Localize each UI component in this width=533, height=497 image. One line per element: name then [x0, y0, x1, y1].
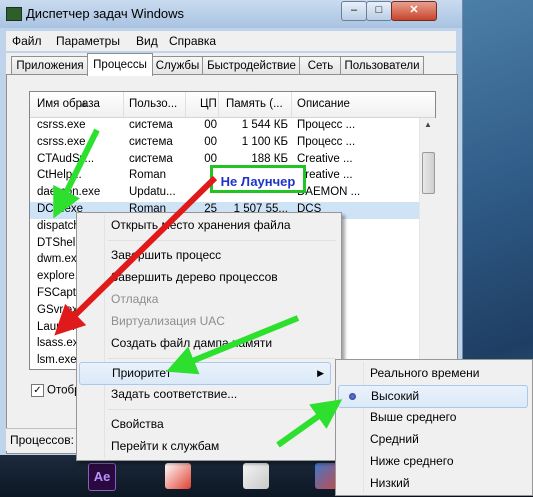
priority-item[interactable]: Приоритет ▶ — [79, 362, 331, 385]
tab-performance[interactable]: Быстродействие — [202, 56, 301, 75]
priority-below-normal-item[interactable]: Ниже среднего — [338, 451, 454, 472]
table-cell: Updatu... — [129, 186, 176, 199]
table-cell: Процесс ... — [297, 135, 356, 148]
table-cell: 00 — [204, 135, 217, 148]
priority-above-normal-item[interactable]: Выше среднего — [338, 407, 456, 428]
annotation-callout: Не Лаунчер — [210, 165, 306, 193]
table-cell: CTAudSv... — [37, 152, 95, 165]
submenu-arrow-icon: ▶ — [317, 368, 324, 378]
checkmark-icon[interactable]: ✓ — [31, 384, 44, 397]
table-cell: 188 КБ — [251, 152, 288, 165]
minimize-button[interactable]: – — [341, 1, 367, 21]
table-cell: система — [129, 119, 173, 131]
priority-high-item[interactable]: Высокий — [338, 385, 528, 408]
table-cell: csrss.exe — [37, 119, 86, 131]
tab-processes[interactable]: Процессы — [87, 53, 153, 76]
table-cell: Процесс ... — [297, 119, 356, 131]
table-cell: Creative ... — [297, 169, 353, 182]
tab-applications[interactable]: Приложения — [11, 56, 89, 75]
priority-low-item[interactable]: Низкий — [338, 473, 410, 494]
process-count-label: Процессов: — [10, 433, 74, 447]
end-process-tree-item[interactable]: Завершить дерево процессов — [79, 267, 278, 288]
process-context-menu: Открыть место хранения файла Завершить п… — [76, 212, 342, 461]
column-description[interactable]: Описание — [297, 98, 350, 110]
table-cell: Roman — [129, 169, 167, 182]
table-cell: 1 544 КБ — [241, 119, 288, 131]
menu-file[interactable]: Файл — [12, 34, 42, 48]
table-row[interactable]: csrss.exe система 00 1 100 КБ Процесс ... — [30, 135, 420, 152]
tab-users[interactable]: Пользователи — [340, 56, 424, 75]
after-effects-icon[interactable]: Ae — [88, 463, 116, 491]
open-file-location-item[interactable]: Открыть место хранения файла — [79, 215, 291, 236]
uac-virtualization-item[interactable]: Виртуализация UAC — [79, 311, 225, 332]
taskbar-app-icon[interactable] — [243, 463, 269, 489]
priority-submenu: Реального времени Высокий Выше среднего … — [335, 359, 533, 496]
menu-options[interactable]: Параметры — [56, 34, 120, 48]
table-cell: Creative ... — [297, 152, 353, 165]
scroll-up-icon[interactable]: ▲ — [424, 120, 432, 129]
table-cell: csrss.exe — [37, 135, 86, 148]
priority-normal-item[interactable]: Средний — [338, 429, 419, 450]
window-title: Диспетчер задач Windows — [26, 6, 185, 21]
scroll-thumb[interactable] — [422, 152, 435, 194]
menu-view[interactable]: Вид — [136, 34, 158, 48]
tab-network[interactable]: Сеть — [299, 56, 342, 75]
priority-high-label: Высокий — [371, 389, 420, 403]
properties-item[interactable]: Свойства — [79, 414, 164, 435]
menu-bar: Файл Параметры Вид Справка — [6, 31, 456, 51]
table-row[interactable]: csrss.exe система 00 1 544 КБ Процесс ... — [30, 118, 420, 135]
column-memory[interactable]: Память (... — [226, 98, 283, 110]
column-cpu[interactable]: ЦП — [200, 98, 217, 110]
priority-realtime-item[interactable]: Реального времени — [338, 363, 479, 384]
tab-strip: Приложения Процессы Службы Быстродействи… — [6, 53, 456, 76]
table-cell: 1 100 КБ — [241, 135, 288, 148]
create-dump-file-item[interactable]: Создать файл дампа памяти — [79, 333, 272, 354]
table-cell: 00 — [204, 152, 217, 165]
show-all-processes-checkbox[interactable]: ✓ Отобр — [31, 384, 80, 397]
title-bar[interactable]: Диспетчер задач Windows – □ ✕ — [0, 0, 462, 28]
table-cell: daemon.exe — [37, 186, 101, 199]
list-header: ▲ Имя образа Пользо... ЦП Память (... Оп… — [30, 92, 435, 118]
radio-selected-icon — [349, 393, 356, 400]
end-process-item[interactable]: Завершить процесс — [79, 245, 221, 266]
go-to-services-item[interactable]: Перейти к службам — [79, 436, 219, 457]
maximize-button[interactable]: □ — [366, 1, 392, 21]
menu-help[interactable]: Справка — [169, 34, 216, 48]
taskbar-app-icon[interactable] — [165, 463, 191, 489]
column-user[interactable]: Пользо... — [129, 98, 177, 110]
table-cell: DAEMON ... — [297, 186, 361, 199]
close-button[interactable]: ✕ — [391, 1, 437, 21]
table-cell: CtHelp... — [37, 169, 82, 182]
debug-item[interactable]: Отладка — [79, 289, 158, 310]
priority-item-label: Приоритет — [112, 366, 172, 380]
task-manager-icon — [6, 7, 22, 21]
table-cell: 00 — [204, 119, 217, 131]
column-image-name[interactable]: Имя образа — [37, 98, 100, 110]
table-cell: система — [129, 152, 173, 165]
vertical-scrollbar[interactable]: ▲ — [419, 118, 436, 368]
tab-services[interactable]: Службы — [151, 56, 204, 75]
table-cell: система — [129, 135, 173, 148]
set-affinity-item[interactable]: Задать соответствие... — [79, 384, 237, 405]
